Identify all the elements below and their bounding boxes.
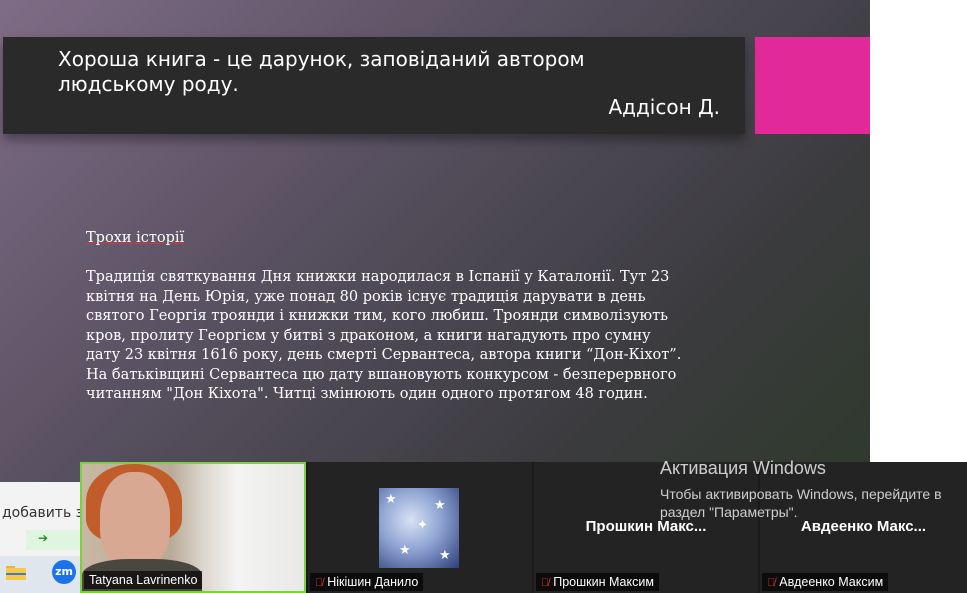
participant-name: Авдеенко Максим bbox=[779, 575, 884, 589]
history-text: Традиція святкування Дня книжки народила… bbox=[86, 269, 682, 402]
history-title: Трохи історії bbox=[86, 230, 185, 246]
accent-block bbox=[755, 37, 870, 134]
history-section: Трохи історії Традиція святкування Дня к… bbox=[86, 229, 686, 405]
participant-tile-nikishin[interactable]: ★ ★ ★ ★ ✦ 🎙̸ Нікішин Данило bbox=[308, 462, 532, 593]
participant-name: Прошкин Максим bbox=[553, 575, 654, 589]
activation-title: Активация Windows bbox=[660, 458, 826, 478]
quote-text: Хороша книга - це дарунок, заповіданий а… bbox=[58, 47, 585, 96]
participant-label: 🎙̸ Нікішин Данило bbox=[310, 573, 424, 591]
participant-tile-tatyana[interactable]: Tatyana Lavrinenko bbox=[80, 462, 306, 593]
quote-author: Аддісон Д. bbox=[608, 95, 720, 119]
mic-muted-icon: 🎙̸ bbox=[315, 577, 324, 589]
mic-muted-icon: 🎙̸ bbox=[767, 577, 776, 589]
arrow-icon: ➔ bbox=[38, 531, 49, 545]
windows-activation-watermark: Активация Windows Чтобы активировать Win… bbox=[660, 458, 965, 521]
right-margin bbox=[870, 0, 967, 462]
add-text: добавить за bbox=[2, 505, 92, 521]
presentation-slide: Хороша книга - це дарунок, заповіданий а… bbox=[0, 0, 870, 482]
taskbar: zm bbox=[0, 556, 80, 593]
participant-name: Tatyana Lavrinenko bbox=[84, 571, 203, 589]
participant-label: 🎙̸ Прошкин Максим bbox=[536, 573, 659, 591]
activation-subtitle: Чтобы активировать Windows, перейдите в … bbox=[660, 486, 942, 520]
participant-name: Нікішин Данило bbox=[327, 575, 419, 589]
quote-banner: Хороша книга - це дарунок, заповіданий а… bbox=[3, 37, 745, 134]
folder-icon[interactable] bbox=[6, 564, 26, 580]
participant-label: 🎙̸ Авдеенко Максим bbox=[762, 573, 889, 591]
avatar: ★ ★ ★ ★ ✦ bbox=[379, 488, 459, 568]
zoom-icon[interactable]: zm bbox=[52, 560, 76, 584]
mic-muted-icon: 🎙̸ bbox=[541, 577, 550, 589]
green-button[interactable]: ➔ bbox=[26, 530, 80, 550]
